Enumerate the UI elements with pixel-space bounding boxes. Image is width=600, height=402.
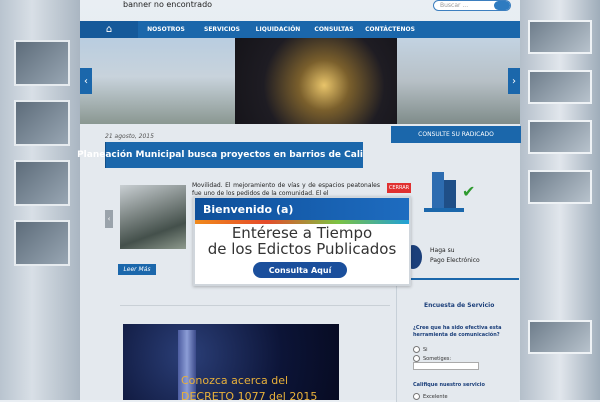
decree-line2: DECRETO 1077 del 2015 xyxy=(181,390,317,400)
divider xyxy=(120,305,390,306)
survey-option-si[interactable]: Si xyxy=(413,346,428,353)
building-base xyxy=(424,208,464,212)
article-prev-arrow[interactable]: ‹ xyxy=(105,210,113,228)
slider-prev-arrow[interactable]: ‹ xyxy=(80,68,92,94)
option-label: Si xyxy=(423,347,428,353)
popup-cta-button[interactable]: Consulta Aquí xyxy=(253,262,347,278)
nav-item-consultas[interactable]: CONSULTAS xyxy=(306,26,362,33)
survey-question-1: ¿Cree que ha sido efectiva esta herramie… xyxy=(413,325,503,339)
check-icon: ✔ xyxy=(462,182,475,201)
city-photo-left xyxy=(80,38,235,124)
building-window xyxy=(528,70,592,104)
search-button[interactable] xyxy=(494,1,510,10)
payment-link[interactable]: Haga su Pago Electrónico xyxy=(430,246,480,266)
article-title[interactable]: Planeación Municipal busca proyectos en … xyxy=(77,150,363,160)
popup-welcome: Bienvenido (a) xyxy=(203,203,293,216)
building-window xyxy=(14,160,70,206)
radicado-button[interactable]: CONSULTE SU RADICADO xyxy=(391,126,521,143)
building-window xyxy=(14,220,70,266)
background-building-right xyxy=(520,0,600,400)
radio-icon[interactable] xyxy=(413,346,420,353)
radio-icon[interactable] xyxy=(413,393,420,400)
nav-item-servicios[interactable]: SERVICIOS xyxy=(194,26,250,33)
payment-line2: Pago Electrónico xyxy=(430,256,480,266)
building-window xyxy=(528,170,592,204)
popup-heading-line2: de los Edictos Publicados xyxy=(195,241,409,257)
read-more-button[interactable]: Leer Más xyxy=(118,264,156,275)
survey-title: Encuesta de Servicio xyxy=(424,302,494,309)
option-label: Excelente xyxy=(423,394,448,400)
article-title-bar[interactable]: Planeación Municipal busca proyectos en … xyxy=(105,142,363,168)
building-icon xyxy=(444,180,456,208)
building-window xyxy=(528,120,592,154)
article-image[interactable] xyxy=(120,185,186,249)
city-photo-night xyxy=(235,38,397,124)
welcome-popup: Bienvenido (a) Entérese a Tiempo de los … xyxy=(193,196,411,286)
decree-line1: Conozca acerca del xyxy=(181,374,288,387)
survey-text-field[interactable] xyxy=(413,362,479,370)
survey-option-sometimes[interactable]: Sometiges: xyxy=(413,355,451,362)
background-building-left xyxy=(0,0,80,400)
survey-option-excelente[interactable]: Excelente xyxy=(413,393,448,400)
banner-missing-text: banner no encontrado xyxy=(123,0,212,9)
nav-item-liquidacion[interactable]: LIQUIDACIÓN xyxy=(250,26,306,33)
nav-item-contactenos[interactable]: CONTÁCTENOS xyxy=(362,26,418,33)
building-window xyxy=(528,20,592,54)
radio-icon[interactable] xyxy=(413,355,420,362)
home-icon[interactable]: ⌂ xyxy=(80,21,138,38)
slider-next-arrow[interactable]: › xyxy=(508,68,520,94)
building-icon xyxy=(432,172,444,208)
building-window xyxy=(14,100,70,146)
survey-question-2: Califique nuestro servicio xyxy=(413,382,485,388)
option-label: Sometiges: xyxy=(423,356,451,362)
image-slider: ‹ › xyxy=(80,38,520,124)
main-nav: ⌂ NOSOTROS SERVICIOS LIQUIDACIÓN CONSULT… xyxy=(80,21,520,38)
building-window xyxy=(14,40,70,86)
building-window xyxy=(528,320,592,354)
popup-close-button[interactable]: CERRAR xyxy=(387,183,411,193)
city-photo-right xyxy=(397,38,520,124)
nav-item-nosotros[interactable]: NOSOTROS xyxy=(138,26,194,33)
payment-line1: Haga su xyxy=(430,246,480,256)
popup-heading: Entérese a Tiempo de los Edictos Publica… xyxy=(195,225,409,257)
article-date: 21 agosto, 2015 xyxy=(105,133,154,140)
decree-banner[interactable]: Conozca acerca del DECRETO 1077 del 2015 xyxy=(123,324,339,400)
popup-heading-line1: Entérese a Tiempo xyxy=(195,225,409,241)
radicado-graphic[interactable]: ✔ xyxy=(404,168,514,218)
